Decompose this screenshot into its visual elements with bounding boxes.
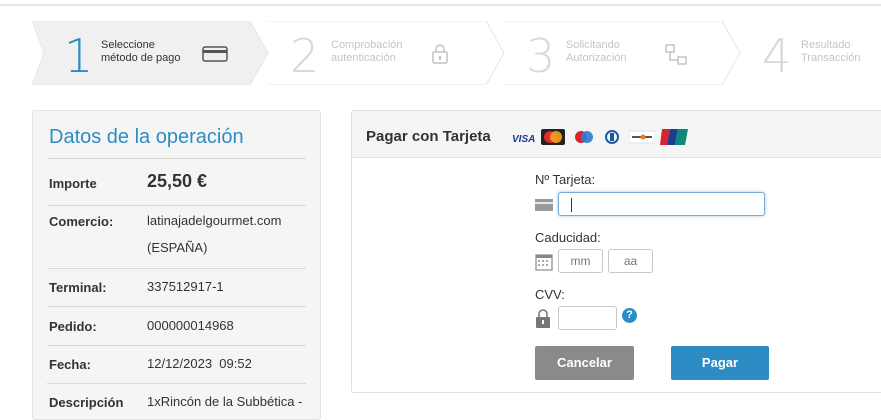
date-label: Fecha: bbox=[49, 357, 91, 372]
step-2-label: Comprobación autenticación bbox=[331, 39, 403, 65]
cvv-help-icon[interactable]: ? bbox=[622, 308, 637, 323]
cancel-button[interactable]: Cancelar bbox=[535, 346, 634, 380]
step-3-label-line1: Solicitando bbox=[566, 39, 620, 51]
row-pedido: Pedido: 000000014968 bbox=[47, 313, 306, 343]
payment-panel: Pagar con Tarjeta VISA Nº Tarjeta: Caduc… bbox=[351, 110, 881, 393]
step-3: 3 Solicitando Autorización bbox=[504, 21, 742, 91]
merchant-country: (ESPAÑA) bbox=[147, 240, 208, 255]
row-descripcion: Descripción 1xRincón de la Subbética - bbox=[47, 389, 306, 419]
discover-logo bbox=[629, 130, 655, 144]
visa-logo: VISA bbox=[512, 129, 536, 145]
visa-logo-text: VISA bbox=[512, 134, 536, 145]
pay-button[interactable]: Pagar bbox=[671, 346, 769, 380]
text-cursor bbox=[571, 197, 572, 212]
step-2: 2 Comprobación autenticación bbox=[268, 21, 506, 91]
row-divider bbox=[47, 268, 306, 269]
order-value: 000000014968 bbox=[147, 318, 234, 333]
terminal-value: 337512917-1 bbox=[147, 279, 224, 294]
calendar-icon bbox=[535, 254, 553, 271]
checkout-steps: 1 Seleccione método de pago 2 Comprobaci… bbox=[32, 21, 881, 91]
amount-label: Importe bbox=[49, 176, 97, 191]
payment-title: Pagar con Tarjeta bbox=[366, 128, 491, 145]
cvv-label: CVV: bbox=[535, 287, 565, 302]
step-4-label-line2: Transacción bbox=[801, 52, 861, 64]
row-divider bbox=[47, 205, 306, 206]
description-label: Descripción bbox=[49, 395, 124, 410]
step-2-label-line2: autenticación bbox=[331, 52, 396, 64]
unionpay-logo bbox=[660, 129, 688, 145]
step-1-number: 1 bbox=[64, 29, 94, 83]
row-divider bbox=[47, 345, 306, 346]
merchant-value: latinajadelgourmet.com bbox=[147, 213, 282, 228]
terminal-label: Terminal: bbox=[49, 280, 107, 295]
step-1: 1 Seleccione método de pago bbox=[32, 21, 270, 91]
step-4-label: Resultado Transacción bbox=[801, 39, 861, 65]
lock-icon bbox=[432, 44, 448, 64]
expiry-label: Caducidad: bbox=[535, 230, 601, 245]
step-4-number: 4 bbox=[762, 29, 792, 83]
mastercard-logo bbox=[541, 129, 565, 145]
row-importe: Importe 25,50 € bbox=[47, 169, 306, 207]
row-divider bbox=[47, 383, 306, 384]
expiry-month-input[interactable]: mm bbox=[558, 249, 603, 273]
top-divider bbox=[0, 0, 881, 6]
step-1-label-line2: método de pago bbox=[101, 52, 181, 64]
step-2-label-line1: Comprobación bbox=[331, 39, 403, 51]
operation-divider bbox=[47, 158, 306, 159]
order-label: Pedido: bbox=[49, 319, 97, 334]
maestro-logo bbox=[575, 131, 593, 143]
lock-icon bbox=[536, 309, 550, 328]
card-icon bbox=[202, 46, 228, 62]
row-comercio: Comercio: latinajadelgourmet.com (ESPAÑA… bbox=[47, 208, 306, 266]
card-icon bbox=[535, 199, 553, 211]
step-4: 4 Resultado Transacción bbox=[740, 21, 881, 91]
card-number-label: Nº Tarjeta: bbox=[535, 172, 596, 187]
description-value: 1xRincón de la Subbética - bbox=[147, 394, 303, 409]
network-icon bbox=[665, 44, 687, 65]
cvv-input[interactable] bbox=[558, 306, 617, 330]
operation-title: Datos de la operación bbox=[49, 126, 244, 148]
row-terminal: Terminal: 337512917-1 bbox=[47, 274, 306, 304]
amount-value: 25,50 € bbox=[147, 171, 208, 191]
step-3-label-line2: Autorización bbox=[566, 52, 627, 64]
step-3-label: Solicitando Autorización bbox=[566, 39, 627, 65]
diners-logo bbox=[605, 130, 619, 144]
step-3-number: 3 bbox=[526, 29, 556, 83]
step-2-number: 2 bbox=[290, 29, 320, 83]
step-4-label-line1: Resultado bbox=[801, 39, 851, 51]
step-1-label: Seleccione método de pago bbox=[101, 39, 181, 65]
row-fecha: Fecha: 12/12/2023 09:52 bbox=[47, 351, 306, 381]
expiry-year-input[interactable]: aa bbox=[608, 249, 653, 273]
step-1-label-line1: Seleccione bbox=[101, 39, 155, 51]
card-number-input[interactable] bbox=[558, 192, 765, 216]
payment-header: Pagar con Tarjeta VISA bbox=[352, 111, 881, 158]
merchant-label: Comercio: bbox=[49, 214, 114, 229]
operation-panel: Datos de la operación Importe 25,50 € Co… bbox=[32, 110, 321, 420]
row-divider bbox=[47, 306, 306, 307]
date-value: 12/12/2023 09:52 bbox=[147, 356, 252, 371]
